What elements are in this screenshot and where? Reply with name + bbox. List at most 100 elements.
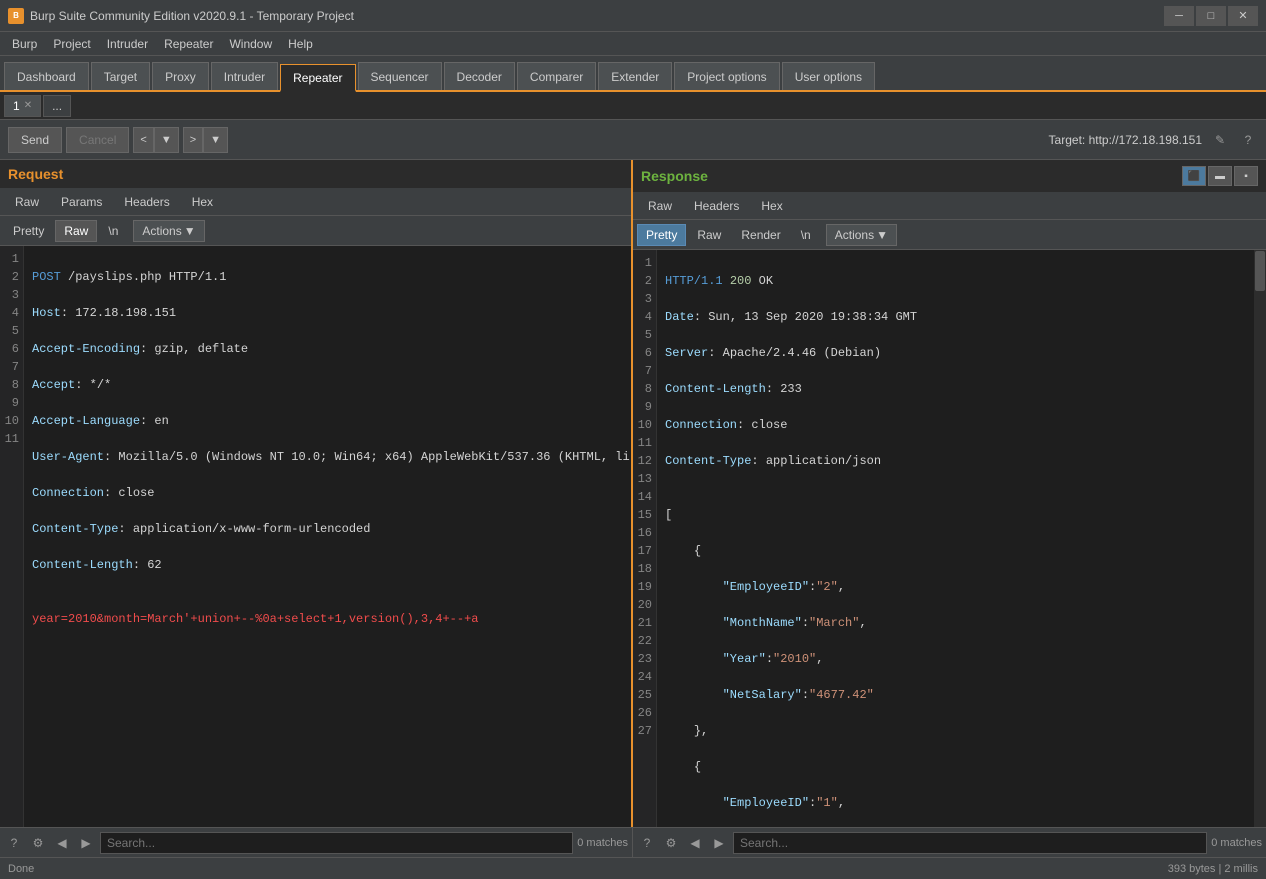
request-search-next-icon[interactable]: ▶ [76, 833, 96, 853]
response-tab-raw[interactable]: Raw [637, 195, 683, 217]
request-fmt-pretty[interactable]: Pretty [4, 220, 53, 242]
status-info: 393 bytes | 2 millis [1168, 863, 1258, 875]
tab-project-options[interactable]: Project options [674, 62, 779, 90]
view-single-button[interactable]: ▪ [1234, 166, 1258, 186]
repeater-tab-new[interactable]: ... [43, 95, 71, 117]
edit-target-button[interactable]: ✎ [1210, 130, 1230, 150]
request-actions-button[interactable]: Actions ▼ [133, 220, 204, 242]
response-fmt-pretty[interactable]: Pretty [637, 224, 686, 246]
tab-decoder[interactable]: Decoder [444, 62, 515, 90]
close-tab-1-icon[interactable]: ✕ [24, 100, 32, 111]
help-button[interactable]: ? [1238, 130, 1258, 150]
request-search-prev-icon[interactable]: ◀ [52, 833, 72, 853]
repeater-tab-bar: 1 ✕ ... [0, 92, 1266, 120]
request-code-area[interactable]: 1 2 3 4 5 6 7 8 9 10 11 POST /payslips.p… [0, 246, 631, 827]
tab-extender[interactable]: Extender [598, 62, 672, 90]
menu-burp[interactable]: Burp [4, 35, 45, 53]
response-title: Response [641, 168, 708, 184]
menu-repeater[interactable]: Repeater [156, 35, 221, 53]
request-code-content[interactable]: POST /payslips.php HTTP/1.1 Host: 172.18… [24, 246, 631, 827]
menu-window[interactable]: Window [221, 35, 280, 53]
response-header: Response ⬛ ▬ ▪ [633, 160, 1266, 192]
response-matches-label: 0 matches [1211, 837, 1262, 849]
response-sub-tabs: Raw Headers Hex [633, 192, 1266, 220]
response-line-numbers: 1 2 3 4 5 6 7 8 9 10 11 12 13 14 15 16 1… [633, 250, 657, 827]
response-fmt-newline[interactable]: \n [792, 224, 820, 246]
response-code-area[interactable]: 1 2 3 4 5 6 7 8 9 10 11 12 13 14 15 16 1… [633, 250, 1266, 827]
nav-prev-dropdown[interactable]: ▼ [154, 127, 179, 153]
response-search-input[interactable] [733, 832, 1207, 854]
tab-repeater[interactable]: Repeater [280, 64, 355, 92]
toolbar: Send Cancel < ▼ > ▼ Target: http://172.1… [0, 120, 1266, 160]
repeater-tab-1[interactable]: 1 ✕ [4, 95, 41, 117]
target-info: Target: http://172.18.198.151 ✎ ? [1049, 130, 1258, 150]
menu-project[interactable]: Project [45, 35, 98, 53]
window-title: Burp Suite Community Edition v2020.9.1 -… [30, 9, 354, 23]
status-text: Done [8, 863, 34, 875]
response-actions-dropdown-icon: ▼ [876, 228, 888, 242]
actions-dropdown-icon: ▼ [184, 224, 196, 238]
response-search-help-icon[interactable]: ? [637, 833, 657, 853]
app-icon: B [8, 8, 24, 24]
response-search-next-icon[interactable]: ▶ [709, 833, 729, 853]
request-search-input[interactable] [100, 832, 573, 854]
response-fmt-render[interactable]: Render [732, 224, 789, 246]
response-tab-hex[interactable]: Hex [750, 195, 793, 217]
menu-bar: Burp Project Intruder Repeater Window He… [0, 32, 1266, 56]
request-search-settings-icon[interactable]: ⚙ [28, 833, 48, 853]
request-tab-headers[interactable]: Headers [113, 191, 180, 213]
nav-prev-group: < ▼ [133, 127, 178, 153]
tab-intruder[interactable]: Intruder [211, 62, 278, 90]
response-code-content[interactable]: HTTP/1.1 200 OK Date: Sun, 13 Sep 2020 1… [657, 250, 1266, 827]
nav-next-group: > ▼ [183, 127, 228, 153]
response-tab-headers[interactable]: Headers [683, 195, 750, 217]
response-fmt-raw[interactable]: Raw [688, 224, 730, 246]
response-panel: Response ⬛ ▬ ▪ Raw Headers Hex Pretty Ra… [633, 160, 1266, 827]
request-title: Request [8, 166, 63, 182]
request-tab-raw[interactable]: Raw [4, 191, 50, 213]
view-toggle: ⬛ ▬ ▪ [1182, 166, 1258, 186]
main-tab-bar: Dashboard Target Proxy Intruder Repeater… [0, 56, 1266, 92]
request-tab-hex[interactable]: Hex [181, 191, 224, 213]
view-split-v-button[interactable]: ⬛ [1182, 166, 1206, 186]
request-format-tabs: Pretty Raw \n Actions ▼ [0, 216, 631, 246]
tab-dashboard[interactable]: Dashboard [4, 62, 89, 90]
tab-sequencer[interactable]: Sequencer [358, 62, 442, 90]
tab-comparer[interactable]: Comparer [517, 62, 596, 90]
target-label: Target: http://172.18.198.151 [1049, 133, 1202, 147]
request-sub-tabs: Raw Params Headers Hex [0, 188, 631, 216]
response-actions-button[interactable]: Actions ▼ [826, 224, 897, 246]
request-line-numbers: 1 2 3 4 5 6 7 8 9 10 11 [0, 246, 24, 827]
view-split-h-button[interactable]: ▬ [1208, 166, 1232, 186]
nav-next-button[interactable]: > [183, 127, 203, 153]
request-search-area: ? ⚙ ◀ ▶ 0 matches [0, 828, 633, 857]
response-search-prev-icon[interactable]: ◀ [685, 833, 705, 853]
request-matches-label: 0 matches [577, 837, 628, 849]
close-button[interactable]: ✕ [1228, 6, 1258, 26]
request-header: Request [0, 160, 631, 188]
send-button[interactable]: Send [8, 127, 62, 153]
main-content: Request Raw Params Headers Hex Pretty Ra… [0, 160, 1266, 827]
response-scrollbar[interactable] [1254, 250, 1266, 827]
maximize-button[interactable]: □ [1196, 6, 1226, 26]
window-controls: ─ □ ✕ [1164, 6, 1258, 26]
menu-help[interactable]: Help [280, 35, 321, 53]
request-search-help-icon[interactable]: ? [4, 833, 24, 853]
response-search-area: ? ⚙ ◀ ▶ 0 matches [633, 828, 1266, 857]
request-tab-params[interactable]: Params [50, 191, 113, 213]
menu-intruder[interactable]: Intruder [99, 35, 156, 53]
response-format-tabs: Pretty Raw Render \n Actions ▼ [633, 220, 1266, 250]
tab-proxy[interactable]: Proxy [152, 62, 209, 90]
response-search-settings-icon[interactable]: ⚙ [661, 833, 681, 853]
minimize-button[interactable]: ─ [1164, 6, 1194, 26]
tab-target[interactable]: Target [91, 62, 150, 90]
nav-prev-button[interactable]: < [133, 127, 153, 153]
cancel-button[interactable]: Cancel [66, 127, 129, 153]
nav-next-dropdown[interactable]: ▼ [203, 127, 228, 153]
request-fmt-raw[interactable]: Raw [55, 220, 97, 242]
request-panel: Request Raw Params Headers Hex Pretty Ra… [0, 160, 633, 827]
status-bar: Done 393 bytes | 2 millis [0, 857, 1266, 879]
request-fmt-newline[interactable]: \n [99, 220, 127, 242]
tab-user-options[interactable]: User options [782, 62, 875, 90]
scrollbar-thumb[interactable] [1255, 251, 1265, 291]
